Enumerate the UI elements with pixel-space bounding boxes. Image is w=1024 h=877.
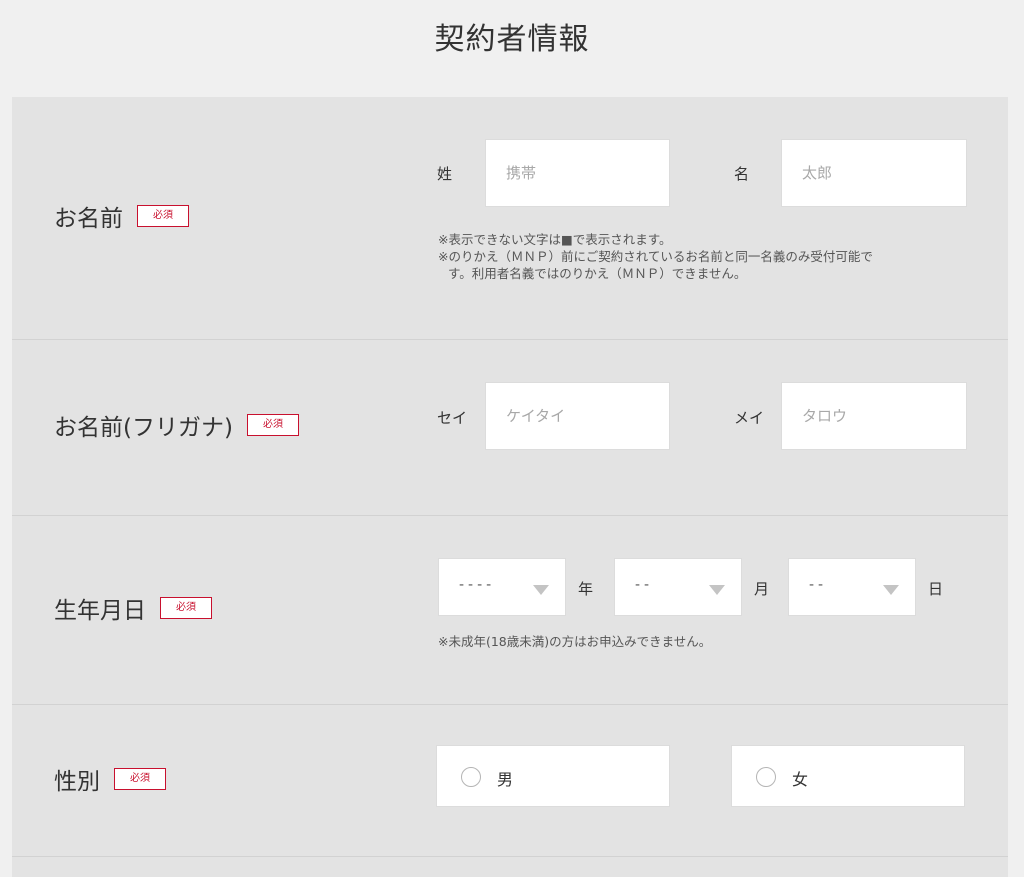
name-note-line-3: す。利用者名義ではのりかえ（ＭＮＰ）できません。 (448, 266, 747, 281)
birth-month-value: -- (635, 577, 654, 593)
gender-male-option[interactable]: 男 (436, 745, 670, 807)
year-unit: 年 (578, 580, 594, 598)
birthdate-note: ※未成年(18歳未満)の方はお申込みできません。 (438, 634, 712, 649)
kana-label: お名前(フリガナ) (54, 415, 233, 441)
required-badge: 必須 (160, 597, 212, 619)
name-note-line-2: ※のりかえ（ＭＮＰ）前にご契約されているお名前と同一名義のみ受付可能で (438, 249, 873, 264)
kana-last-label: セイ (437, 409, 468, 427)
name-label: お名前 (54, 206, 123, 232)
kana-first-input[interactable] (781, 382, 967, 450)
required-badge: 必須 (246, 414, 299, 436)
gender-row-label: 性別 必須 (54, 762, 166, 796)
birth-day-select[interactable]: -- (788, 558, 916, 616)
birthdate-row-label: 生年月日 必須 (54, 591, 212, 625)
required-badge: 必須 (137, 205, 189, 227)
kana-last-input[interactable] (485, 382, 670, 450)
kana-row: お名前(フリガナ) 必須 セイ メイ (12, 340, 1008, 516)
dropdown-arrow-icon (533, 585, 549, 595)
radio-circle-icon[interactable] (461, 767, 481, 787)
page-title: 契約者情報 (434, 22, 590, 57)
name-note-line-1: ※表示できない文字は■で表示されます。 (438, 232, 672, 247)
last-name-input[interactable] (485, 139, 670, 207)
last-name-label: 姓 (437, 165, 453, 183)
birthdate-row: 生年月日 必須 ---- 年 -- 月 -- 日 ※未成年(18歳未満)の方はお… (12, 516, 1008, 705)
name-note: ※表示できない文字は■で表示されます。 ※のりかえ（ＭＮＰ）前にご契約されている… (438, 231, 873, 282)
gender-row: 性別 必須 男 女 (12, 705, 1008, 857)
day-unit: 日 (928, 580, 944, 598)
kana-first-label: メイ (734, 409, 765, 427)
first-name-input[interactable] (781, 139, 967, 207)
birth-month-select[interactable]: -- (614, 558, 742, 616)
first-name-label: 名 (734, 165, 750, 183)
birth-day-value: -- (809, 577, 828, 593)
birthdate-label: 生年月日 (54, 598, 146, 624)
gender-female-label: 女 (792, 770, 809, 789)
radio-circle-icon[interactable] (756, 767, 776, 787)
gender-female-option[interactable]: 女 (731, 745, 965, 807)
gender-male-label: 男 (497, 770, 514, 789)
name-row: お名前 必須 姓 名 ※表示できない文字は■で表示されます。 ※のりかえ（ＭＮＰ… (12, 97, 1008, 340)
contractor-form: お名前 必須 姓 名 ※表示できない文字は■で表示されます。 ※のりかえ（ＭＮＰ… (12, 97, 1008, 877)
dropdown-arrow-icon (883, 585, 899, 595)
dropdown-arrow-icon (709, 585, 725, 595)
birth-year-select[interactable]: ---- (438, 558, 566, 616)
birth-year-value: ---- (459, 577, 496, 593)
month-unit: 月 (754, 580, 770, 598)
gender-label: 性別 (54, 769, 100, 795)
kana-row-label: お名前(フリガナ) 必須 (54, 408, 299, 442)
required-badge: 必須 (114, 768, 166, 790)
name-row-label: お名前 必須 (54, 199, 189, 233)
